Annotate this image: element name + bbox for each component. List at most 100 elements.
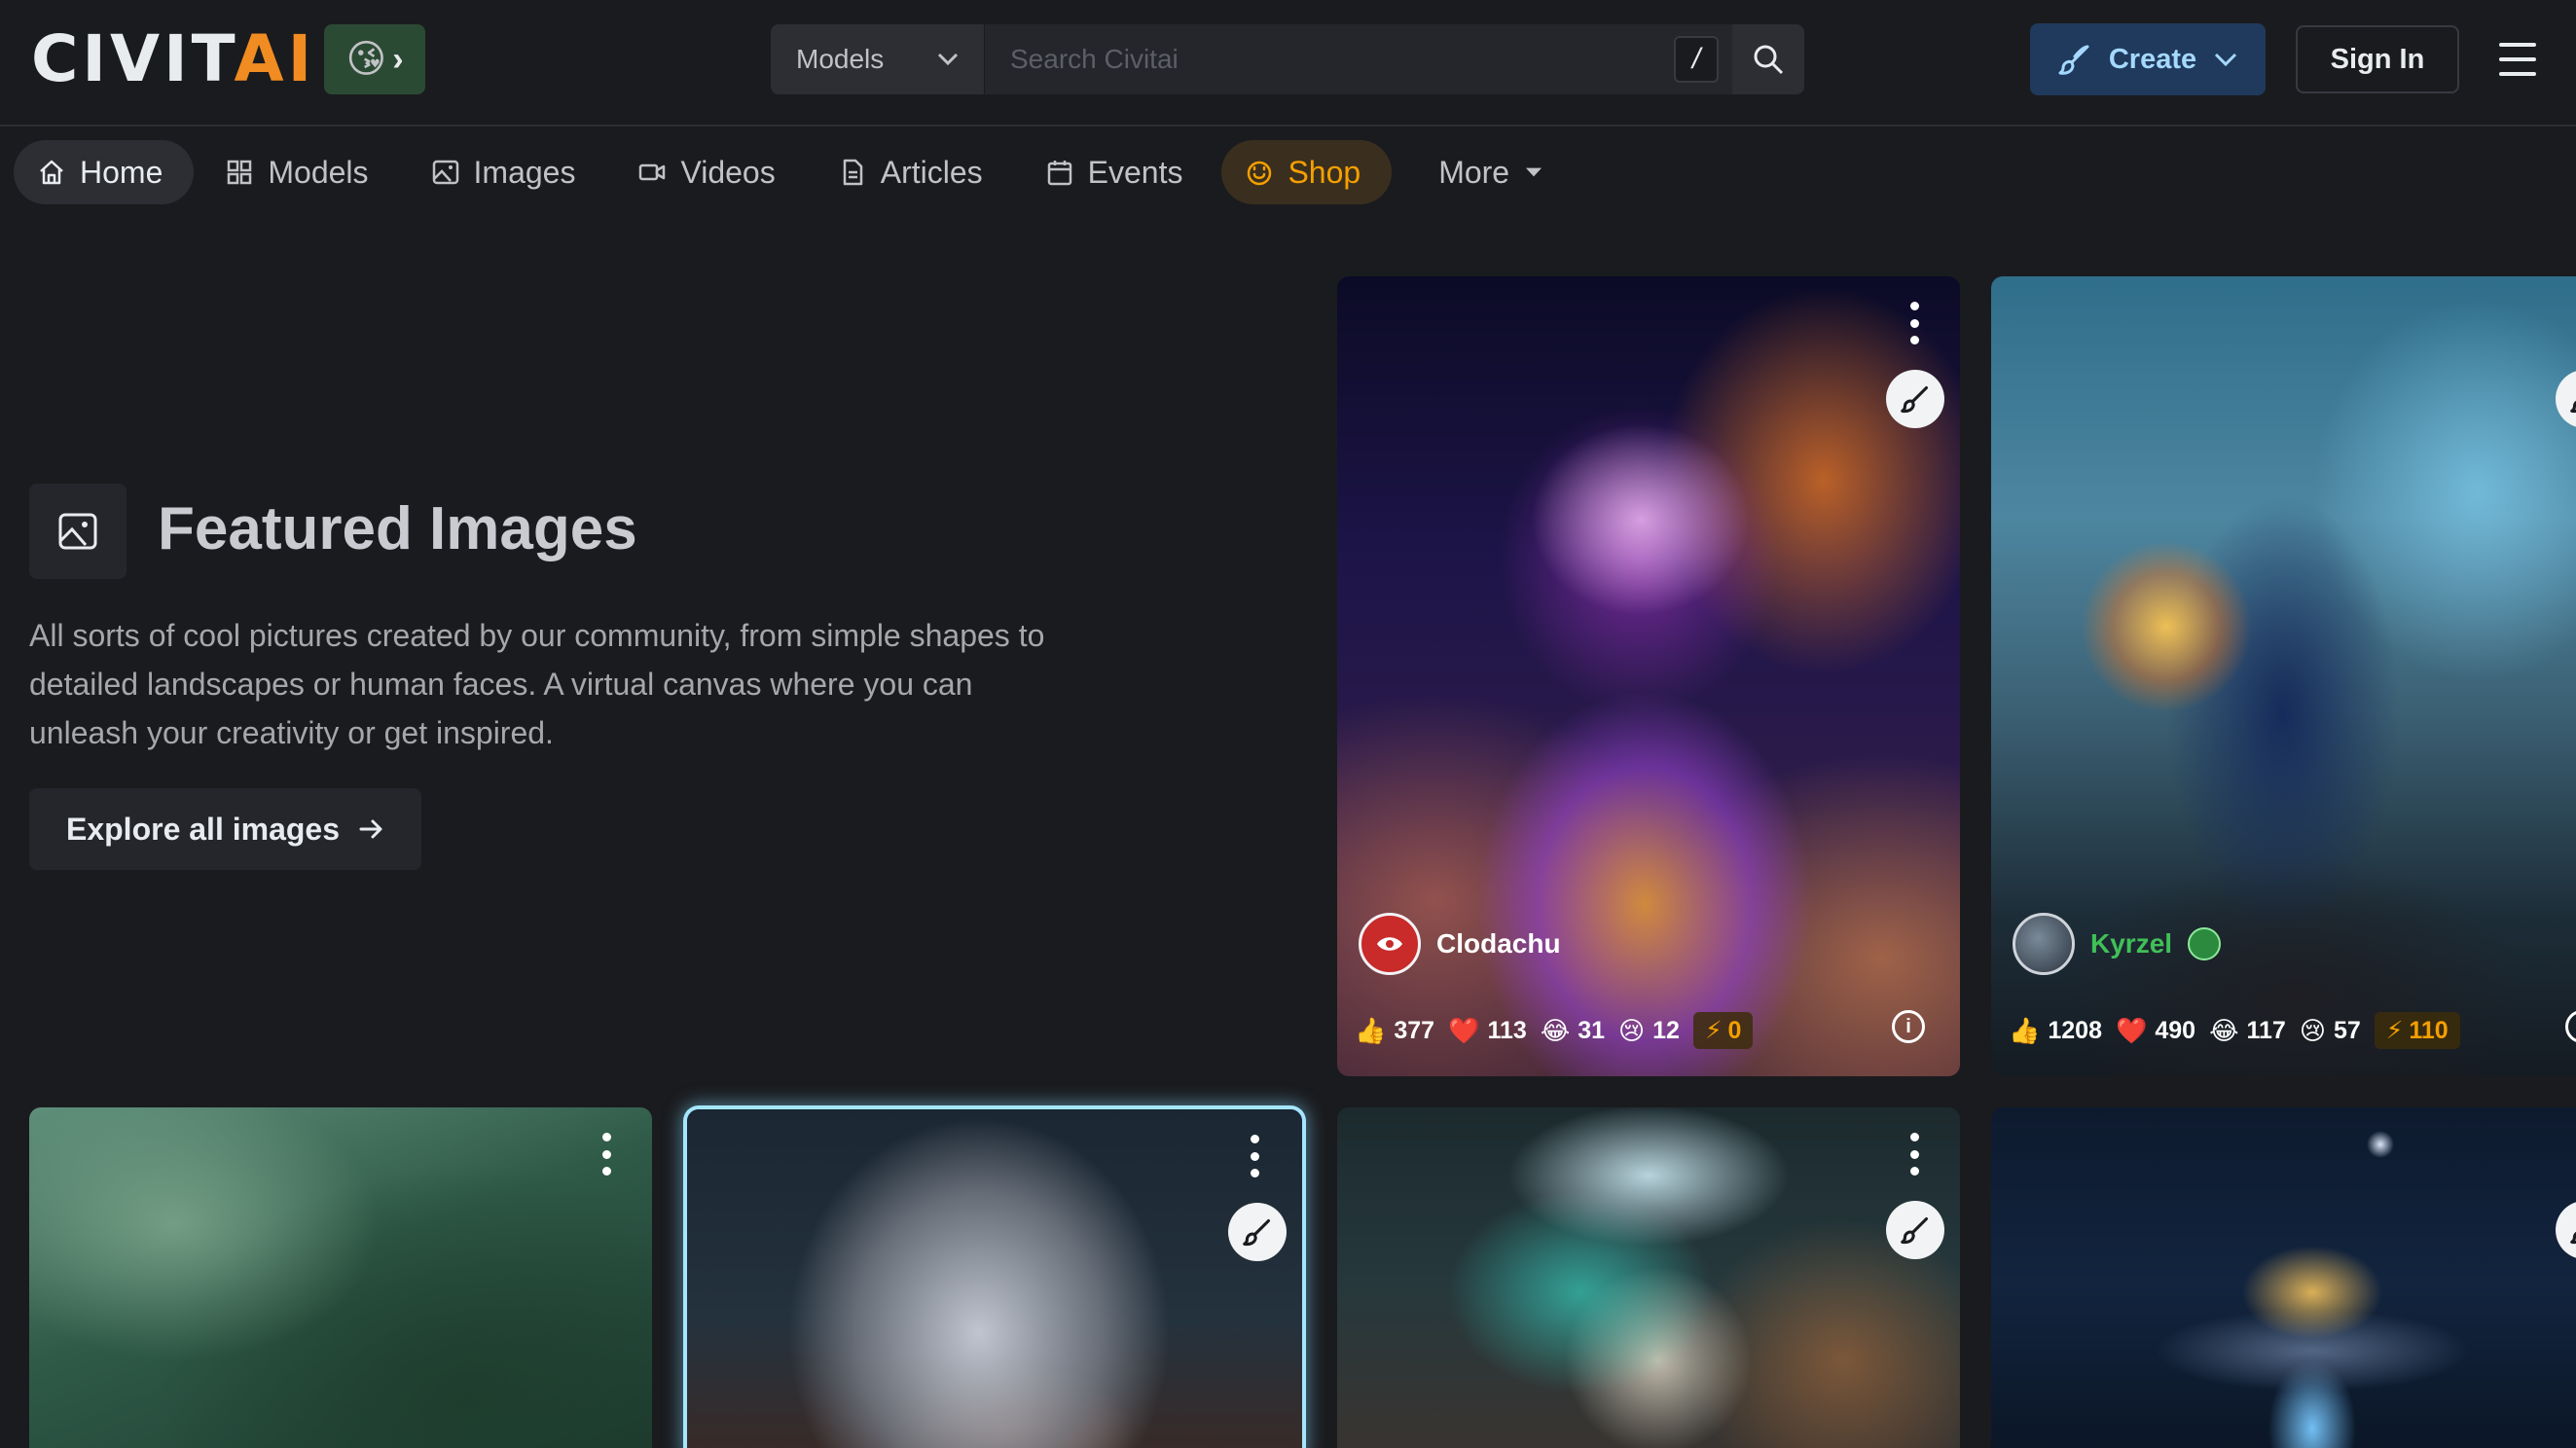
image-card[interactable] [1991, 1107, 2576, 1448]
nav-item-models[interactable]: Models [201, 140, 399, 204]
search-placeholder: Search Civitai [1010, 44, 1179, 74]
nav-label: Images [473, 154, 576, 190]
nav-item-articles[interactable]: Articles [815, 140, 1014, 204]
badge-icon [2188, 927, 2222, 960]
logo-civit: CIVIT [31, 21, 235, 96]
laugh-icon: 😂 [1540, 1015, 1571, 1045]
cry-count: 57 [2333, 1016, 2361, 1044]
explore-all-images-button[interactable]: Explore all images [29, 788, 421, 870]
heart-icon: ❤️ [2116, 1015, 2148, 1045]
card-menu-icon[interactable] [1909, 302, 1919, 344]
nav-item-more[interactable]: More [1399, 140, 1576, 204]
image-card[interactable] [1337, 1107, 1960, 1448]
laugh-count: 117 [2246, 1016, 2286, 1044]
search-bar: Models Search Civitai / [771, 24, 1804, 94]
chevron-down-icon [937, 53, 959, 66]
heart-reaction[interactable]: ❤️ 490 [2116, 1016, 2195, 1046]
card-image-green-storm [29, 1107, 652, 1448]
kiss-emoji-icon: 😘 [345, 38, 387, 81]
card-menu-icon[interactable] [1909, 1133, 1919, 1176]
featured-images-description: All sorts of cool pictures created by ou… [29, 618, 1045, 750]
create-button[interactable]: Create [2030, 23, 2266, 95]
brush-icon [2058, 45, 2089, 75]
heart-count: 113 [1487, 1016, 1527, 1044]
heart-reaction[interactable]: ❤️ 113 [1448, 1016, 1527, 1046]
nav-label: More [1438, 154, 1510, 190]
search-icon [1754, 45, 1784, 75]
nav-item-events[interactable]: Events [1022, 140, 1215, 204]
remix-brush-icon[interactable] [1228, 1203, 1287, 1261]
document-icon [843, 159, 862, 186]
main-nav: Home Models Images Videos Articles Event… [0, 128, 2576, 216]
nav-label: Videos [680, 154, 776, 190]
caret-down-icon [1526, 167, 1542, 177]
nav-item-images[interactable]: Images [408, 140, 607, 204]
arrow-right-icon [359, 819, 382, 839]
nav-label: Events [1087, 154, 1183, 190]
image-card[interactable]: Clodachu 👍 377 ❤️ 113 😂 31 😢 12 ⚡ 0 i [1337, 276, 1960, 1076]
grid-icon [228, 160, 252, 185]
search-category-select[interactable]: Models [771, 24, 985, 94]
featured-images-title: Featured Images [158, 495, 637, 562]
like-count: 1208 [2048, 1016, 2102, 1044]
user-avatar [2013, 913, 2075, 975]
laugh-count: 31 [1578, 1016, 1606, 1044]
civitai-logo[interactable]: CIVITAI [31, 27, 315, 91]
card-image-crystal-skeleton [1337, 1107, 1960, 1448]
heart-count: 490 [2155, 1016, 2196, 1044]
thumbs-up-icon: 👍 [2009, 1015, 2041, 1045]
video-icon [639, 163, 666, 181]
nav-item-shop[interactable]: Shop [1221, 140, 1393, 204]
eye-avatar-icon [1359, 913, 1421, 975]
laugh-reaction[interactable]: 😂 31 [1541, 1016, 1605, 1046]
nav-label: Home [80, 154, 163, 190]
keyboard-shortcut-hint: / [1674, 36, 1719, 83]
photo-icon [432, 160, 458, 185]
explore-label: Explore all images [65, 811, 340, 847]
buzz-tip[interactable]: ⚡ 110 [2374, 1012, 2460, 1049]
buzz-count: 0 [1727, 1016, 1742, 1044]
buzz-count: 110 [2409, 1016, 2449, 1044]
reaction-stats: 👍 377 ❤️ 113 😂 31 😢 12 ⚡ 0 [1355, 1012, 1754, 1049]
thumbs-up-icon: 👍 [1355, 1015, 1387, 1045]
laugh-icon: 😂 [2209, 1015, 2239, 1045]
username: Kyrzel [2090, 928, 2173, 959]
card-menu-icon[interactable] [601, 1133, 611, 1176]
search-category-label: Models [796, 44, 885, 74]
search-input[interactable]: Search Civitai / [985, 24, 1732, 94]
card-user[interactable]: Clodachu [1359, 913, 1561, 975]
bolt-icon: ⚡ [1704, 1017, 1723, 1044]
featured-images-icon [29, 484, 127, 579]
sign-in-label: Sign In [2330, 43, 2425, 75]
info-icon[interactable]: i [1892, 1010, 1925, 1043]
remix-brush-icon[interactable] [1886, 1201, 1944, 1259]
cry-reaction[interactable]: 😢 57 [2300, 1016, 2361, 1046]
image-card[interactable] [687, 1109, 1302, 1448]
card-image-ufo [1991, 1107, 2576, 1448]
sign-in-button[interactable]: Sign In [2296, 25, 2459, 93]
header: CIVITAI 😘 › Models Search Civitai / Crea… [0, 0, 2576, 127]
card-menu-icon[interactable] [1250, 1135, 1259, 1177]
shop-bag-icon [1248, 161, 1272, 186]
nav-item-home[interactable]: Home [14, 140, 195, 204]
image-card[interactable]: Kyrzel 👍1208 ❤️490 😂117 😢57 ⚡110 i [1991, 276, 2576, 1076]
image-card[interactable] [29, 1107, 652, 1448]
like-reaction[interactable]: 👍 1208 [2009, 1016, 2102, 1046]
like-reaction[interactable]: 👍 377 [1355, 1016, 1434, 1046]
cry-icon: 😢 [2299, 1015, 2326, 1045]
kiss-emoji-button[interactable]: 😘 › [324, 24, 425, 94]
buzz-tip[interactable]: ⚡ 0 [1692, 1012, 1754, 1049]
remix-brush-icon[interactable] [1886, 370, 1944, 428]
home-icon [40, 160, 63, 185]
username: Clodachu [1436, 928, 1561, 959]
bolt-icon: ⚡ [2385, 1017, 2404, 1044]
search-button[interactable] [1732, 24, 1804, 94]
create-label: Create [2108, 43, 2197, 75]
hamburger-menu-icon[interactable] [2499, 43, 2536, 76]
nav-item-videos[interactable]: Videos [614, 140, 806, 204]
card-image-mosaic-face [687, 1109, 1302, 1448]
card-user[interactable]: Kyrzel [2013, 913, 2222, 975]
cry-reaction[interactable]: 😢 12 [1618, 1016, 1680, 1046]
laugh-reaction[interactable]: 😂 117 [2209, 1016, 2286, 1046]
cry-count: 12 [1652, 1016, 1680, 1044]
